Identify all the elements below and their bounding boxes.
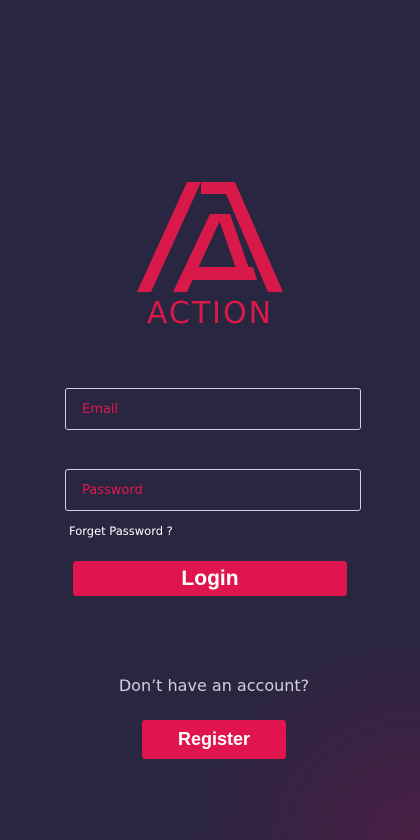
- password-field[interactable]: [65, 469, 361, 511]
- login-screen: ACTION Forget Password ? Login Don’t hav…: [0, 0, 420, 840]
- no-account-text: Don’t have an account?: [118, 676, 310, 695]
- register-button[interactable]: Register: [142, 720, 286, 759]
- email-field[interactable]: [65, 388, 361, 430]
- forgot-password-link[interactable]: Forget Password ?: [69, 524, 173, 538]
- app-name: ACTION: [146, 296, 274, 331]
- login-button[interactable]: Login: [73, 561, 347, 596]
